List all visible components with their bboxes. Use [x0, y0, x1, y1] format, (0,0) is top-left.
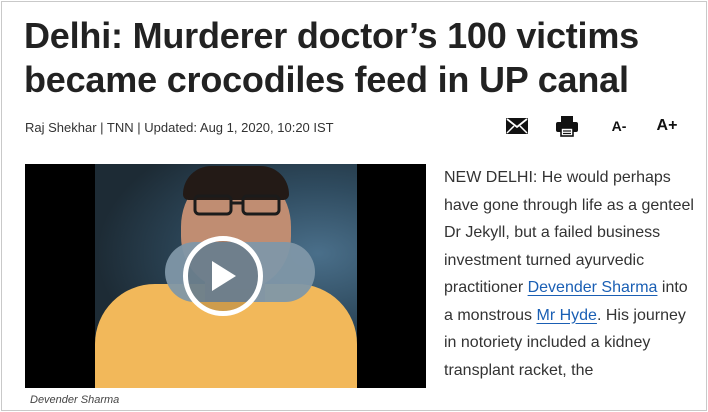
thumbnail-figure-glasses — [193, 194, 281, 216]
decrease-font-button[interactable]: A- — [606, 114, 632, 138]
play-icon[interactable] — [183, 236, 263, 316]
byline: Raj Shekhar | TNN | Updated: Aug 1, 2020… — [25, 120, 334, 135]
mail-icon[interactable] — [504, 114, 530, 138]
increase-font-button[interactable]: A+ — [652, 114, 682, 138]
print-icon[interactable] — [554, 114, 580, 138]
video-caption: Devender Sharma — [30, 394, 120, 406]
article-frame: Delhi: Murderer doctor’s 100 victims bec… — [1, 1, 707, 411]
updated-timestamp: Updated: Aug 1, 2020, 10:20 IST — [144, 120, 334, 135]
article-text: NEW DELHI: He would perhaps have gone th… — [444, 169, 694, 296]
link-devender-sharma[interactable]: Devender Sharma — [528, 279, 658, 296]
video-player[interactable] — [25, 164, 426, 388]
link-mr-hyde[interactable]: Mr Hyde — [536, 307, 596, 324]
article-tools: A- A+ — [502, 114, 692, 138]
source-name: TNN — [106, 120, 134, 135]
page-title: Delhi: Murderer doctor’s 100 victims bec… — [24, 15, 639, 100]
article-body: NEW DELHI: He would perhaps have gone th… — [444, 164, 696, 384]
byline-separator: | — [133, 120, 145, 135]
byline-separator: | — [96, 120, 107, 135]
author-name: Raj Shekhar — [25, 120, 97, 135]
